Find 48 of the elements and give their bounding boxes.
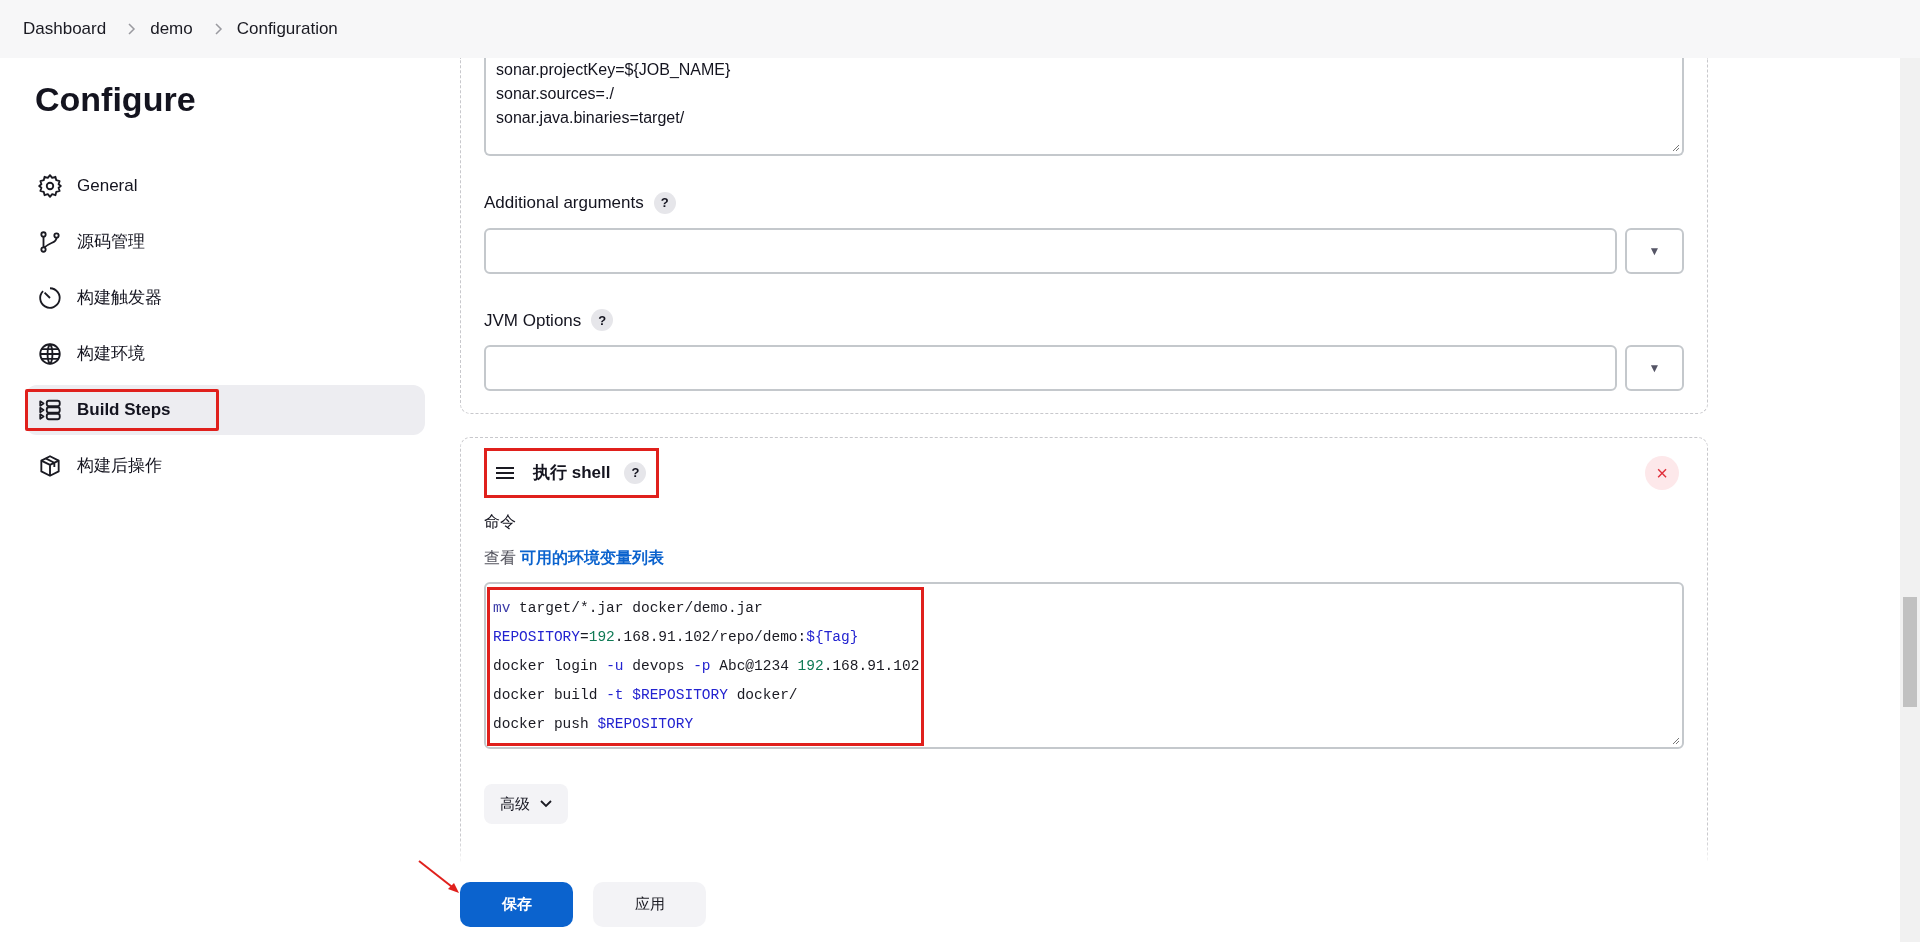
chevron-down-icon xyxy=(540,800,552,808)
breadcrumb-link[interactable]: Dashboard xyxy=(23,16,107,42)
timer-icon xyxy=(37,285,63,311)
env-vars-link[interactable]: 可用的环境变量列表 xyxy=(520,549,665,566)
sidebar-item[interactable]: Build Steps xyxy=(25,385,425,435)
help-button[interactable]: ? xyxy=(624,462,647,484)
sidebar-item[interactable]: 源码管理 xyxy=(25,217,425,267)
properties-textarea[interactable]: sonar.projectKey=${JOB_NAME} sonar.sources=./ sonar.java.binaries=target/ xyxy=(484,58,1684,156)
help-button[interactable]: ? xyxy=(591,309,614,332)
dropdown-button[interactable]: ▼ xyxy=(1625,345,1684,391)
save-button[interactable]: 保存 xyxy=(460,882,573,927)
globe-icon xyxy=(37,341,63,367)
sidebar-item[interactable]: 构建后操作 xyxy=(25,441,425,491)
code-line: docker build -t $REPOSITORY docker/ xyxy=(492,686,799,705)
input-field[interactable] xyxy=(484,345,1617,391)
field-label: JVM Options xyxy=(484,309,582,332)
code-line: docker login -u devops -p Abc@1234 192.168.91.102 xyxy=(492,657,921,676)
breadcrumb-link[interactable]: demo xyxy=(150,16,193,42)
help-button[interactable]: ? xyxy=(653,191,676,214)
scrollbar[interactable] xyxy=(1900,58,1920,942)
step-header: 执行 shell ? xyxy=(484,448,660,498)
field-label: 命令 xyxy=(484,512,517,532)
resize-handle-icon[interactable] xyxy=(1670,142,1680,152)
list-icon xyxy=(37,397,63,423)
branch-icon xyxy=(37,229,63,255)
drag-handle-icon[interactable] xyxy=(495,466,515,480)
sidebar-item[interactable]: General xyxy=(25,161,425,211)
help-text: 查看 可用的环境变量列表 xyxy=(484,548,666,568)
code-line: docker push $REPOSITORY xyxy=(492,715,695,734)
field-label: Additional arguments xyxy=(484,192,644,214)
settings-icon xyxy=(37,173,63,199)
resize-handle-icon[interactable] xyxy=(1670,735,1680,745)
breadcrumb-link[interactable]: Configuration xyxy=(236,16,338,42)
code-line: mv target/*.jar docker/demo.jar xyxy=(492,599,764,618)
scrollbar-thumb[interactable] xyxy=(1903,597,1917,707)
sidebar-item[interactable]: 构建环境 xyxy=(25,329,425,379)
code-line: REPOSITORY=192.168.91.102/repo/demo:${Tag} xyxy=(492,628,860,647)
box-icon xyxy=(37,453,63,479)
page-title: Configure xyxy=(34,79,197,120)
advanced-button[interactable]: 高级 xyxy=(484,784,568,824)
chevron-right-icon xyxy=(126,22,137,36)
delete-button[interactable]: × xyxy=(1645,456,1679,490)
input-field[interactable] xyxy=(484,227,1617,274)
sidebar-item[interactable]: 构建触发器 xyxy=(25,273,425,323)
dropdown-button[interactable]: ▼ xyxy=(1625,227,1684,274)
chevron-right-icon xyxy=(212,22,223,36)
command-textarea[interactable]: mv target/*.jar docker/demo.jar REPOSITORY=192.168.91.102/repo/demo:${Tag} docker login -u devops -p Abc@1234 192.168.91.102 docker build -t $REPOSITORY docker/ docker push $REPOSITORY xyxy=(484,582,1684,749)
apply-button[interactable]: 应用 xyxy=(593,882,706,927)
